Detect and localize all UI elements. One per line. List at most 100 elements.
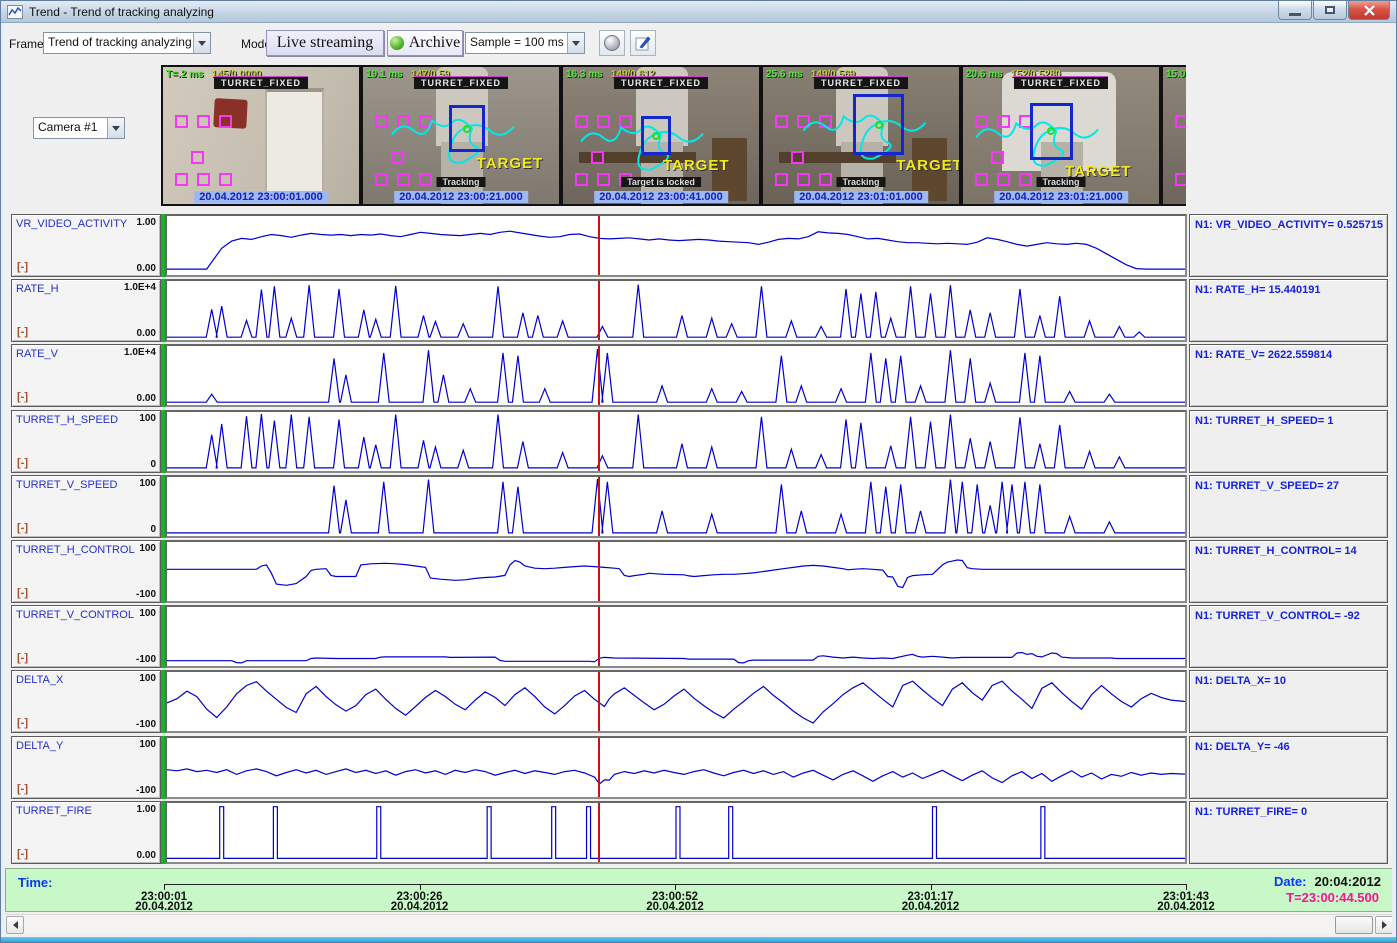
chart-label-panel: RATE_H1.0E+40.00[-] bbox=[11, 279, 161, 342]
time-cursor-line[interactable] bbox=[598, 738, 600, 797]
chart-name: TURRET_V_SPEED bbox=[16, 479, 117, 491]
time-cursor-line[interactable] bbox=[598, 281, 600, 340]
chevron-down-icon bbox=[572, 41, 580, 50]
chart-plot-area[interactable] bbox=[165, 410, 1187, 473]
sample-select[interactable]: Sample = 100 ms bbox=[465, 32, 585, 54]
time-cursor-line[interactable] bbox=[598, 412, 600, 471]
sample-select-arrow[interactable] bbox=[567, 33, 584, 53]
waveform-line bbox=[167, 349, 1185, 402]
chart-max-value: 100 bbox=[139, 543, 156, 554]
collapse-button[interactable]: [-] bbox=[17, 457, 28, 469]
collapse-button[interactable]: [-] bbox=[17, 652, 28, 664]
time-cursor-line[interactable] bbox=[598, 607, 600, 666]
time-cursor-line[interactable] bbox=[598, 803, 600, 862]
close-button[interactable] bbox=[1348, 1, 1390, 20]
clock-icon bbox=[604, 35, 620, 51]
trend-charts: VR_VIDEO_ACTIVITY1.000.00[-]N1: VR_VIDEO… bbox=[11, 214, 1388, 866]
live-streaming-button[interactable]: Live streaming bbox=[266, 30, 384, 56]
scroll-right-button[interactable] bbox=[1375, 916, 1393, 934]
camera-select-value: Camera #1 bbox=[34, 118, 107, 138]
chart-current-value: N1: TURRET_V_CONTROL= -92 bbox=[1195, 610, 1360, 622]
camera-select[interactable]: Camera #1 bbox=[33, 117, 125, 139]
chart-value-panel: N1: DELTA_X= 10 bbox=[1189, 670, 1388, 733]
maximize-button[interactable] bbox=[1313, 1, 1347, 20]
chart-row: TURRET_V_SPEED1000[-]N1: TURRET_V_SPEED=… bbox=[11, 475, 1388, 538]
collapse-button[interactable]: [-] bbox=[17, 717, 28, 729]
horizontal-scrollbar[interactable] bbox=[5, 914, 1394, 934]
chart-plot-area[interactable] bbox=[165, 605, 1187, 668]
frame-timestamp: 20.04.2012 23:00:21.000 bbox=[394, 191, 528, 203]
video-frame[interactable]: 15.0 bbox=[1161, 65, 1186, 206]
time-cursor-line[interactable] bbox=[598, 346, 600, 405]
time-tick-mark bbox=[1186, 884, 1187, 890]
chart-max-value: 1.0E+4 bbox=[124, 282, 156, 293]
chart-value-panel: N1: DELTA_Y= -46 bbox=[1189, 736, 1388, 799]
waveform-line bbox=[167, 479, 1185, 533]
chart-current-value: N1: VR_VIDEO_ACTIVITY= 0.525715 bbox=[1195, 219, 1383, 231]
chart-max-value: 100 bbox=[139, 608, 156, 619]
archive-button[interactable]: Archive bbox=[387, 30, 463, 56]
chart-plot-area[interactable] bbox=[165, 475, 1187, 538]
chart-label-panel: DELTA_Y100-100[-] bbox=[11, 736, 161, 799]
window-left-border bbox=[1, 23, 5, 937]
video-frame[interactable]: TARGET16.3 ms149/0.612TURRET_FIXEDTarget… bbox=[561, 65, 761, 206]
minimize-icon bbox=[1289, 13, 1301, 16]
archive-orb-icon bbox=[390, 36, 404, 50]
frame-timestamp: 20.04.2012 23:01:01.000 bbox=[794, 191, 928, 203]
chart-min-value: 0.00 bbox=[137, 850, 156, 861]
target-label: TARGET bbox=[477, 155, 544, 172]
video-frame[interactable]: TARGET25.6 ms149/0.569TURRET_FIXEDTracki… bbox=[761, 65, 961, 206]
report-button[interactable] bbox=[630, 30, 656, 56]
time-cursor-line[interactable] bbox=[598, 542, 600, 601]
video-frame[interactable]: T=.2 ms145/0.0000TURRET_FIXED20.04.2012 … bbox=[161, 65, 361, 206]
collapse-button[interactable]: [-] bbox=[17, 587, 28, 599]
camera-select-arrow[interactable] bbox=[107, 118, 124, 138]
chart-value-panel: N1: TURRET_V_CONTROL= -92 bbox=[1189, 605, 1388, 668]
scrollbar-thumb[interactable] bbox=[1335, 916, 1373, 934]
chart-name: RATE_H bbox=[16, 283, 59, 295]
waveform-svg bbox=[167, 738, 1185, 797]
waveform-line bbox=[167, 806, 1185, 858]
scroll-left-button[interactable] bbox=[6, 916, 24, 934]
frame-select-arrow[interactable] bbox=[193, 33, 210, 53]
refresh-button[interactable] bbox=[599, 30, 625, 56]
collapse-button[interactable]: [-] bbox=[17, 391, 28, 403]
chart-plot-area[interactable] bbox=[165, 736, 1187, 799]
frame-info-text: 15.0 bbox=[1166, 69, 1186, 80]
chart-row: TURRET_H_SPEED1000[-]N1: TURRET_H_SPEED=… bbox=[11, 410, 1388, 473]
tick-date: 20.04.2012 bbox=[391, 902, 449, 912]
zone-marker-square bbox=[191, 151, 204, 164]
collapse-button[interactable]: [-] bbox=[17, 261, 28, 273]
frame-latency: 19.1 ms bbox=[366, 69, 403, 80]
time-cursor-line[interactable] bbox=[598, 477, 600, 536]
waveform-svg bbox=[167, 346, 1185, 405]
time-cursor-line[interactable] bbox=[598, 216, 600, 275]
chart-plot-area[interactable] bbox=[165, 540, 1187, 603]
chart-min-value: -100 bbox=[136, 719, 156, 730]
collapse-button[interactable]: [-] bbox=[17, 848, 28, 860]
chart-plot-area[interactable] bbox=[165, 670, 1187, 733]
tick-date: 20.04.2012 bbox=[902, 902, 960, 912]
collapse-button[interactable]: [-] bbox=[17, 522, 28, 534]
chart-plot-area[interactable] bbox=[165, 344, 1187, 407]
frame-select[interactable]: Trend of tracking analyzing bbox=[43, 32, 211, 54]
chart-plot-area[interactable] bbox=[165, 801, 1187, 864]
target-center-dot bbox=[463, 125, 471, 133]
chart-min-value: 0 bbox=[150, 459, 156, 470]
collapse-button[interactable]: [-] bbox=[17, 783, 28, 795]
time-cursor-line[interactable] bbox=[598, 672, 600, 731]
chart-plot-area[interactable] bbox=[165, 214, 1187, 277]
minimize-button[interactable] bbox=[1278, 1, 1312, 20]
chart-row: VR_VIDEO_ACTIVITY1.000.00[-]N1: VR_VIDEO… bbox=[11, 214, 1388, 277]
zone-marker-square bbox=[175, 115, 188, 128]
chart-name: DELTA_Y bbox=[16, 740, 63, 752]
date-label: Date: bbox=[1274, 874, 1307, 889]
collapse-button[interactable]: [-] bbox=[17, 326, 28, 338]
waveform-svg bbox=[167, 803, 1185, 862]
video-frame[interactable]: TARGET19.1 ms147/0.59TURRET_FIXEDTrackin… bbox=[361, 65, 561, 206]
chart-max-value: 1.00 bbox=[137, 804, 156, 815]
chart-current-value: N1: DELTA_X= 10 bbox=[1195, 675, 1286, 687]
chart-plot-area[interactable] bbox=[165, 279, 1187, 342]
video-frame[interactable]: TARGET20.6 ms152/0.5280TURRET_FIXEDTrack… bbox=[961, 65, 1161, 206]
frame-latency: 25.6 ms bbox=[766, 69, 803, 80]
